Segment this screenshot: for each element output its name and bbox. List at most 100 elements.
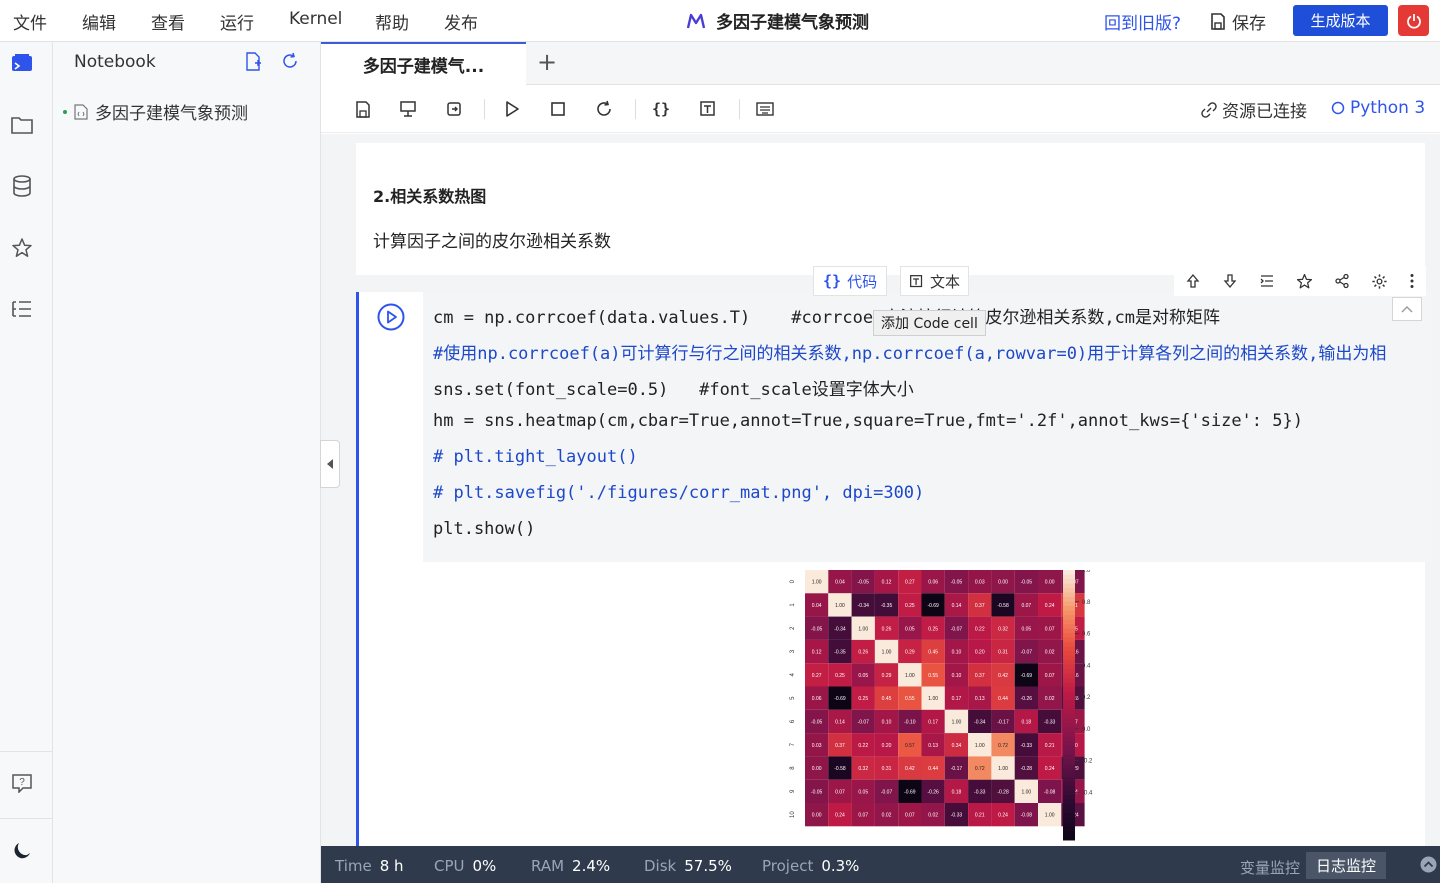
colorbar-tick-label: -0.4 <box>1082 790 1093 796</box>
code-braces-icon: {} <box>823 272 842 290</box>
colorbar-segment <box>1063 763 1075 769</box>
colorbar-segment <box>1063 597 1075 602</box>
move-down-icon[interactable] <box>1222 273 1238 289</box>
heatmap-value-label: 0.13 <box>928 743 938 749</box>
colorbar-segment <box>1063 718 1075 724</box>
logo-icon <box>686 13 706 28</box>
heatmap-row-label: 0 <box>790 579 796 583</box>
new-file-icon[interactable] <box>245 52 263 76</box>
heatmap-value-label: 0.05 <box>1021 626 1031 632</box>
kernel-idle-icon <box>1331 101 1345 115</box>
generate-version-button[interactable]: 生成版本 <box>1293 5 1388 36</box>
run-cell-icon[interactable] <box>500 97 524 121</box>
colorbar-segment <box>1063 574 1075 580</box>
heatmap-value-label: 0.13 <box>975 696 985 702</box>
restart-kernel-icon[interactable] <box>442 97 466 121</box>
colorbar-segment <box>1063 570 1075 575</box>
colorbar-segment <box>1063 831 1075 836</box>
collapse-sidebar-button[interactable] <box>320 440 340 488</box>
share-icon[interactable] <box>1334 273 1350 289</box>
menu-edit[interactable]: 编辑 <box>82 9 116 34</box>
menu-run[interactable]: 运行 <box>220 9 254 34</box>
settings-gear-icon[interactable] <box>1371 273 1388 290</box>
add-tab-button[interactable]: + <box>534 50 560 76</box>
heatmap-value-label: -0.05 <box>1021 580 1033 586</box>
star-icon[interactable] <box>11 237 33 259</box>
menu-publish[interactable]: 发布 <box>444 9 478 34</box>
menu-file[interactable]: 文件 <box>13 9 47 34</box>
heatmap-row-label: 5 <box>790 696 796 700</box>
markdown-cell[interactable]: 2.相关系数热图 计算因子之间的皮尔逊相关系数 <box>356 143 1425 275</box>
colorbar-segment <box>1063 606 1075 611</box>
log-monitor-tab[interactable]: 日志监控 <box>1306 852 1387 879</box>
keyboard-icon[interactable] <box>753 97 777 121</box>
heatmap-value-label: -0.69 <box>1021 673 1033 679</box>
add-text-cell-button[interactable]: 文本 <box>900 266 970 296</box>
colorbar-segment <box>1063 732 1075 737</box>
heatmap-value-label: 0.04 <box>812 603 822 609</box>
heatmap-row-label: 6 <box>790 719 796 723</box>
back-to-old-version-link[interactable]: 回到旧版? <box>1104 9 1181 34</box>
run-cell-button[interactable] <box>376 302 406 332</box>
folder-icon[interactable] <box>11 114 33 136</box>
move-up-icon[interactable] <box>1185 273 1201 289</box>
database-icon[interactable] <box>11 175 33 197</box>
present-icon[interactable] <box>396 97 420 121</box>
colorbar-tick-label: 0.2 <box>1082 695 1091 701</box>
restart-icon[interactable] <box>592 97 616 121</box>
text-cell-type-icon[interactable] <box>696 97 720 121</box>
shutdown-button[interactable] <box>1398 5 1429 36</box>
heatmap-value-label: 0.37 <box>975 603 985 609</box>
colorbar-segment <box>1063 808 1075 814</box>
colorbar-segment <box>1063 696 1075 701</box>
text-icon <box>910 274 923 287</box>
colorbar-segment <box>1063 691 1075 697</box>
heatmap-value-label: 0.24 <box>1045 603 1055 609</box>
more-icon[interactable] <box>1409 273 1415 289</box>
kernel-name: Python 3 <box>1350 98 1426 118</box>
heatmap-value-label: -0.07 <box>858 719 870 725</box>
save-notebook-icon[interactable] <box>351 97 375 121</box>
menu-help[interactable]: 帮助 <box>375 9 409 34</box>
heatmap-value-label: 0.00 <box>998 580 1008 586</box>
code-cell[interactable]: cm = np.corrcoef(data.values.T) #corrcoe… <box>356 292 1433 846</box>
colorbar-segment <box>1063 772 1075 778</box>
heatmap-value-label: 0.05 <box>905 626 915 632</box>
heatmap-value-label: -0.28 <box>1021 766 1033 772</box>
save-button[interactable]: 保存 <box>1210 9 1266 34</box>
heatmap-value-label: 0.25 <box>928 626 938 632</box>
heatmap-value-label: 0.02 <box>1045 650 1055 656</box>
file-tree-item[interactable]: 多因子建模气象预测 <box>63 99 248 124</box>
heatmap-value-label: 0.32 <box>858 766 868 772</box>
tab-notebook[interactable]: 多因子建模气... <box>321 42 526 85</box>
colorbar-segment <box>1063 790 1075 796</box>
heatmap-value-label: 0.55 <box>928 673 938 679</box>
heatmap-value-label: 1.00 <box>812 580 822 586</box>
status-disk: Disk 57.5% <box>644 857 732 875</box>
help-icon[interactable]: ? <box>11 772 33 794</box>
menu-view[interactable]: 查看 <box>151 9 185 34</box>
favorite-star-icon[interactable] <box>1296 273 1313 290</box>
dark-mode-icon[interactable] <box>11 840 33 862</box>
heatmap-value-label: 0.44 <box>998 696 1008 702</box>
menu-bar: 文件 编辑 查看 运行 Kernel 帮助 发布 多因子建模气象预测 回到旧版?… <box>0 0 1440 42</box>
outline-icon[interactable] <box>1259 273 1275 289</box>
variable-monitor-tab[interactable]: 变量监控 <box>1240 857 1300 878</box>
stop-icon[interactable] <box>546 97 570 121</box>
heatmap-value-label: 0.05 <box>858 789 868 795</box>
heatmap-value-label: -0.69 <box>834 696 846 702</box>
code-cell-type-icon[interactable]: {} <box>649 97 673 121</box>
heatmap-value-label: -0.58 <box>834 766 846 772</box>
notebook-icon[interactable] <box>11 52 33 74</box>
menu-kernel[interactable]: Kernel <box>289 9 342 29</box>
expand-panel-icon[interactable] <box>1420 856 1437 873</box>
colorbar-segment <box>1063 768 1075 773</box>
colorbar-segment <box>1063 750 1075 755</box>
heatmap-value-label: 0.55 <box>905 696 915 702</box>
kernel-selector[interactable]: Python 3 <box>1331 98 1425 118</box>
collapse-output-button[interactable] <box>1392 297 1422 321</box>
correlation-heatmap: 0 1 2 3 4 5 6 7 8 9 10 1.00 0.04 -0.05 0.12 0.27 0.06 -0… <box>790 570 1093 841</box>
add-code-cell-button[interactable]: {} 代码 <box>813 266 888 296</box>
outline-icon[interactable] <box>11 298 33 320</box>
refresh-icon[interactable] <box>281 52 299 74</box>
